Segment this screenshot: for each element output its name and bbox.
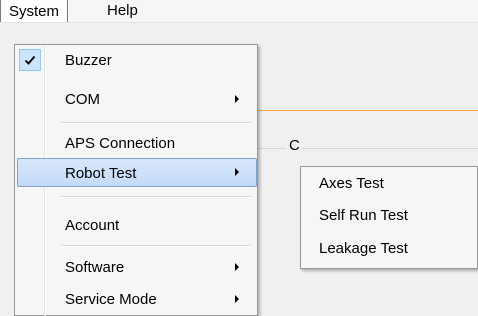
submenu-item-axes-test[interactable]: Axes Test — [303, 168, 475, 200]
chevron-right-icon — [235, 168, 239, 176]
menu-item-label: COM — [65, 91, 100, 108]
submenu-item-label: Axes Test — [319, 175, 384, 192]
menu-separator — [61, 245, 251, 247]
menu-item-label: Robot Test — [65, 165, 137, 182]
robot-test-submenu: Axes Test Self Run Test Leakage Test — [300, 166, 478, 269]
menu-item-label: APS Connection — [65, 135, 176, 152]
submenu-item-self-run-test[interactable]: Self Run Test — [303, 200, 475, 232]
menu-item-robot-test[interactable]: Robot Test — [17, 158, 257, 187]
menu-item-buzzer[interactable]: Buzzer — [17, 46, 255, 75]
menu-help[interactable]: Help — [99, 0, 146, 21]
menu-item-com[interactable]: COM — [17, 85, 255, 114]
menu-item-account[interactable]: Account — [17, 211, 255, 240]
group-box-label: C — [286, 137, 303, 154]
menu-item-label: Service Mode — [65, 291, 157, 308]
system-menu-dropdown: Buzzer COM APS Connection Robot Test Acc… — [14, 44, 258, 316]
menu-item-label: Software — [65, 259, 125, 276]
menu-item-label: Account — [65, 217, 120, 234]
submenu-item-label: Leakage Test — [319, 240, 408, 257]
chevron-right-icon — [235, 263, 239, 271]
accent-divider — [255, 110, 478, 111]
menu-bar: System Help — [0, 0, 478, 23]
chevron-right-icon — [235, 95, 239, 103]
submenu-item-label: Self Run Test — [319, 207, 408, 224]
menu-item-software[interactable]: Software — [17, 253, 255, 282]
chevron-right-icon — [235, 295, 239, 303]
menu-separator — [61, 122, 251, 124]
submenu-item-leakage-test[interactable]: Leakage Test — [303, 233, 475, 265]
menu-item-service-mode[interactable]: Service Mode — [17, 285, 255, 314]
menu-separator — [61, 196, 251, 198]
check-icon — [19, 49, 41, 71]
menu-system[interactable]: System — [0, 0, 69, 22]
menu-item-aps-connection[interactable]: APS Connection — [17, 129, 255, 158]
menu-item-label: Buzzer — [65, 52, 112, 69]
